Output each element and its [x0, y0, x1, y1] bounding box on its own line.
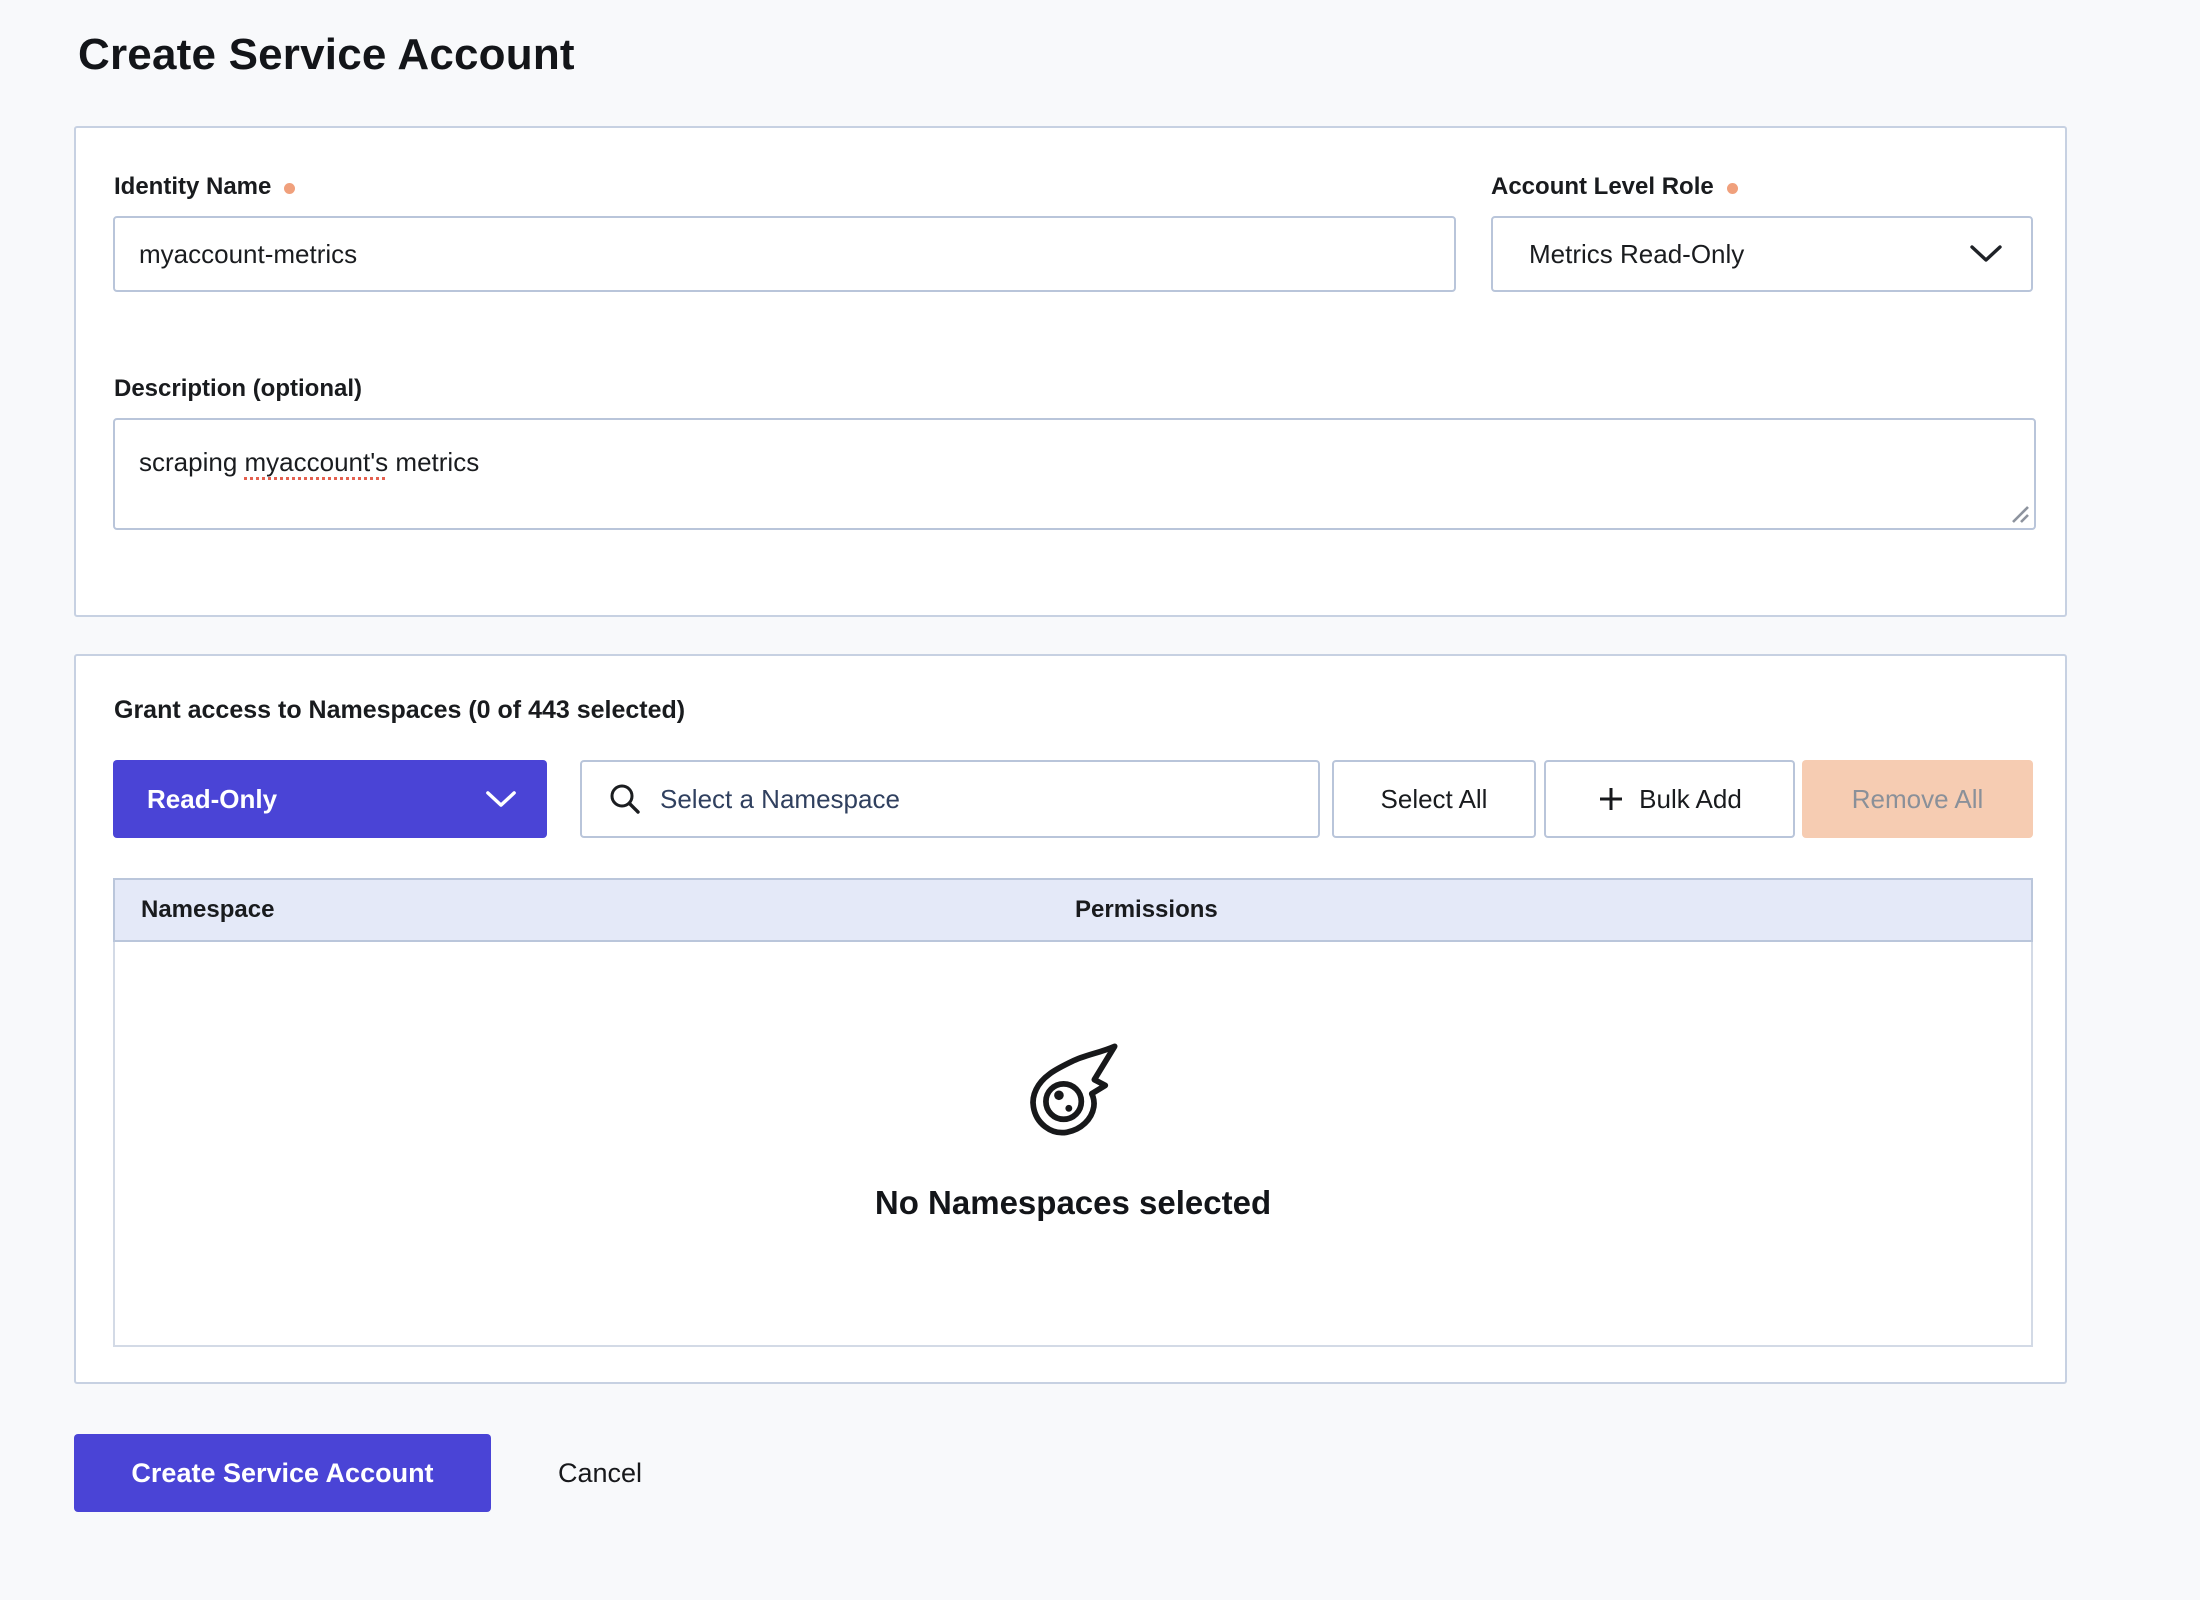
account-level-role-value: Metrics Read-Only: [1529, 239, 1744, 270]
permission-role-dropdown[interactable]: Read-Only: [113, 760, 547, 838]
required-dot-icon: [1727, 183, 1738, 194]
account-level-role-label-text: Account Level Role: [1491, 173, 1714, 201]
resize-grip-icon[interactable]: [2007, 501, 2031, 525]
namespace-search-box[interactable]: [580, 760, 1320, 838]
remove-all-button[interactable]: Remove All: [1802, 760, 2033, 838]
select-all-label: Select All: [1381, 784, 1488, 815]
cancel-button[interactable]: Cancel: [558, 1434, 642, 1512]
namespaces-card: Grant access to Namespaces (0 of 443 sel…: [74, 654, 2067, 1384]
description-text-after: metrics: [388, 447, 479, 477]
bulk-add-label: Bulk Add: [1639, 784, 1742, 815]
namespaces-heading: Grant access to Namespaces (0 of 443 sel…: [114, 696, 685, 725]
create-service-account-button[interactable]: Create Service Account: [74, 1434, 491, 1512]
namespaces-table-header: Namespace Permissions: [113, 878, 2033, 942]
empty-state-message: No Namespaces selected: [875, 1184, 1271, 1222]
empty-state: No Namespaces selected: [875, 1038, 1271, 1222]
account-level-role-select[interactable]: Metrics Read-Only: [1491, 216, 2033, 292]
permission-role-value: Read-Only: [147, 784, 277, 815]
identity-card: Identity Name Account Level Role Metrics…: [74, 126, 2067, 617]
identity-name-label-text: Identity Name: [114, 173, 271, 201]
column-header-permissions: Permissions: [1073, 896, 2031, 924]
create-service-account-label: Create Service Account: [131, 1458, 433, 1489]
description-text-before: scraping: [139, 447, 245, 477]
namespaces-table-body: No Namespaces selected: [113, 942, 2033, 1347]
identity-name-label: Identity Name: [114, 172, 295, 202]
chevron-down-icon: [485, 790, 517, 809]
column-header-namespace: Namespace: [115, 896, 1073, 924]
plus-icon: [1597, 785, 1625, 813]
comet-icon: [1023, 1038, 1123, 1138]
namespace-search-input[interactable]: [660, 784, 1298, 815]
identity-name-input[interactable]: [113, 216, 1456, 292]
page-title: Create Service Account: [78, 30, 575, 80]
description-text-misspelled: myaccount's: [245, 447, 389, 477]
description-label: Description (optional): [114, 374, 362, 404]
select-all-button[interactable]: Select All: [1332, 760, 1536, 838]
description-label-text: Description (optional): [114, 375, 362, 403]
cancel-label: Cancel: [558, 1458, 642, 1489]
search-icon: [608, 782, 642, 816]
required-dot-icon: [284, 183, 295, 194]
chevron-down-icon: [1969, 244, 2003, 264]
bulk-add-button[interactable]: Bulk Add: [1544, 760, 1795, 838]
description-textarea[interactable]: scraping myaccount's metrics: [113, 418, 2036, 530]
namespaces-table: Namespace Permissions No Namespaces sele…: [113, 878, 2033, 1347]
remove-all-label: Remove All: [1852, 784, 1984, 815]
account-level-role-label: Account Level Role: [1491, 172, 1738, 202]
